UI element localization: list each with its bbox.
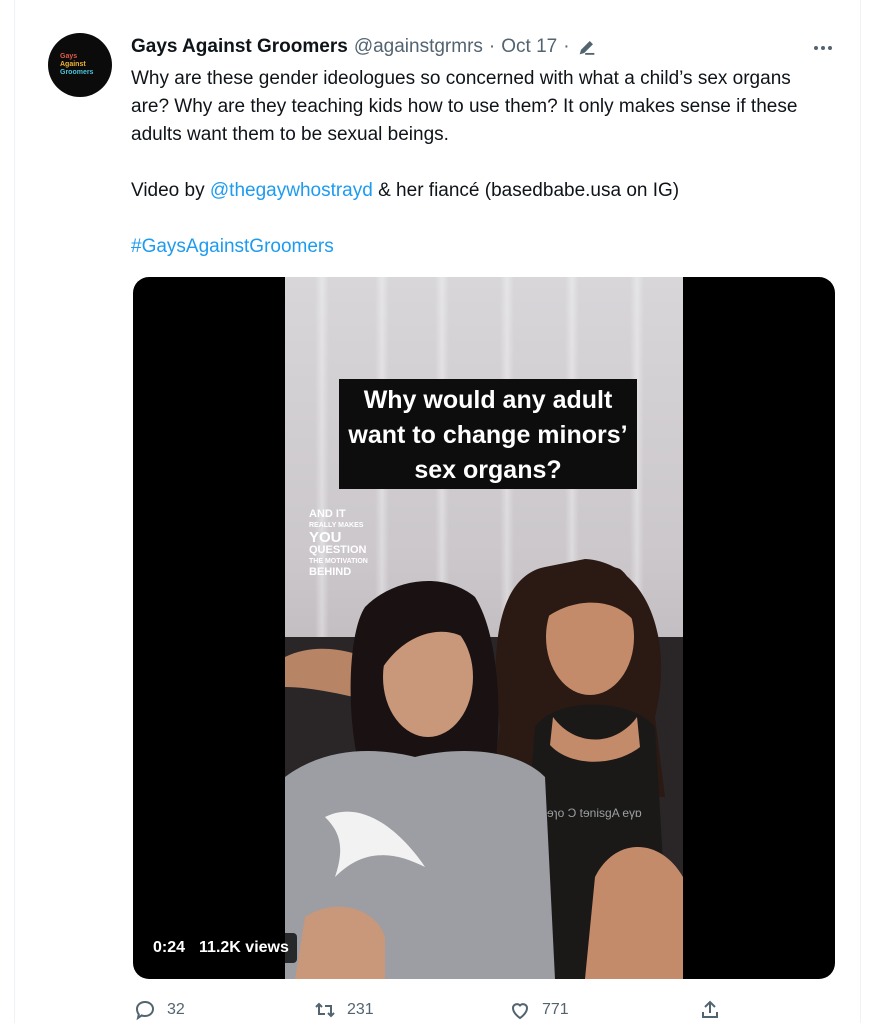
separator-dot-2: ·	[563, 36, 570, 57]
tweet-date[interactable]: Oct 17	[501, 36, 557, 58]
overlay-line4: QUESTION	[309, 544, 367, 556]
like-count: 771	[542, 1001, 569, 1018]
retweet-count: 231	[347, 1001, 374, 1018]
like-icon	[511, 1003, 529, 1020]
reply-button[interactable]: 32	[133, 998, 185, 1022]
more-icon[interactable]	[807, 36, 839, 60]
hashtag-link[interactable]: #GaysAgainstGroomers	[131, 236, 334, 257]
edit-icon[interactable]	[576, 36, 598, 58]
reply-count: 32	[167, 1001, 185, 1018]
video-duration: 0:24	[153, 939, 186, 956]
tweet-body: Why are these gender ideologues so conce…	[131, 68, 798, 145]
like-button[interactable]: 771	[508, 998, 569, 1022]
video-credit-suffix: & her fiancé (basedbabe.usa on IG)	[372, 180, 680, 201]
avatar-text-line2: Against	[60, 61, 86, 68]
reply-icon	[135, 1000, 155, 1021]
tweet-actions: 32 231 771	[133, 998, 733, 1026]
avatar-text-line1: Gays	[60, 53, 78, 60]
mention-link[interactable]: @thegaywhostrayd	[210, 180, 373, 201]
separator-dot: ·	[488, 36, 496, 57]
avatar-text-line3: Groomers	[60, 69, 94, 76]
video-frame: ɘɿo Ͻ tɘnisgA eγɒ Why would any adult wa…	[285, 277, 683, 979]
video-caption: Why would any adult want to change minor…	[339, 379, 637, 489]
video-overlay-text: AND IT REALLY MAKES YOU QUESTION THE MOT…	[309, 509, 368, 578]
avatar[interactable]: Gays Against Groomers	[48, 33, 112, 97]
share-button[interactable]	[698, 998, 722, 1022]
retweet-icon	[315, 1002, 335, 1018]
tweet-header: Gays Against Groomers @againstgrmrs · Oc…	[131, 35, 598, 59]
video-credit-prefix: Video by	[131, 180, 210, 201]
video-credit: Video by @thegaywhostrayd & her fiancé (…	[131, 177, 821, 205]
retweet-button[interactable]: 231	[313, 998, 374, 1022]
user-handle[interactable]: @againstgrmrs	[354, 36, 483, 58]
overlay-line1: AND IT	[309, 508, 346, 520]
video-views: 11.2K views	[199, 939, 289, 956]
share-icon	[702, 1000, 718, 1018]
video-player[interactable]: ɘɿo Ͻ tɘnisgA eγɒ Why would any adult wa…	[133, 277, 835, 979]
display-name[interactable]: Gays Against Groomers	[131, 36, 348, 58]
tweet-text: Why are these gender ideologues so conce…	[131, 65, 821, 261]
overlay-line6: BEHIND	[309, 566, 352, 578]
video-stats-badge: 0:24 11.2K views	[145, 933, 297, 963]
shirt-text: ɘɿo Ͻ tɘnisgA eγɒ	[547, 806, 642, 820]
overlay-line3: YOU	[309, 529, 342, 546]
